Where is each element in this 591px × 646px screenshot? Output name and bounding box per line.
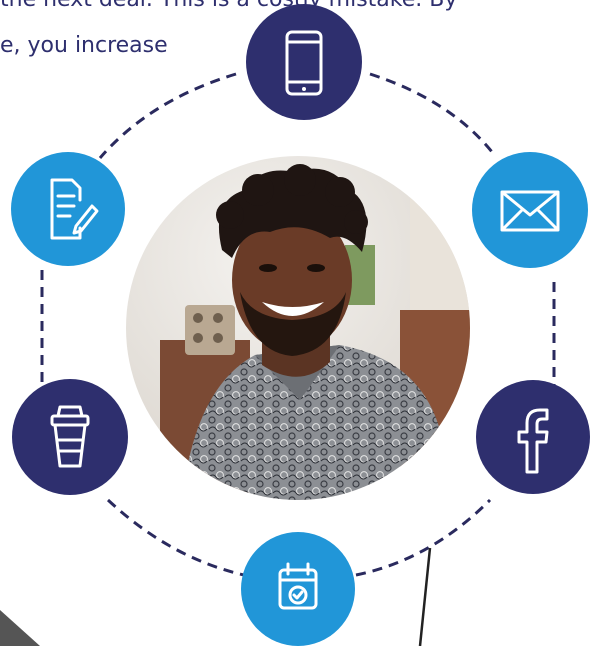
dash-top-left <box>98 72 237 159</box>
email-channel <box>472 152 588 268</box>
contact-channels-illustration <box>0 4 590 646</box>
coffee-channel <box>12 379 128 495</box>
document-channel <box>11 152 125 266</box>
portrait-photo <box>126 156 470 500</box>
phone-channel <box>246 4 362 120</box>
corner-shape <box>0 610 40 646</box>
dash-top-right <box>369 72 494 153</box>
facebook-channel <box>476 380 590 494</box>
dash-bottom-right <box>355 498 492 577</box>
calendar-channel <box>241 532 355 646</box>
decorative-line <box>418 547 432 646</box>
dash-bottom-left <box>106 498 245 577</box>
